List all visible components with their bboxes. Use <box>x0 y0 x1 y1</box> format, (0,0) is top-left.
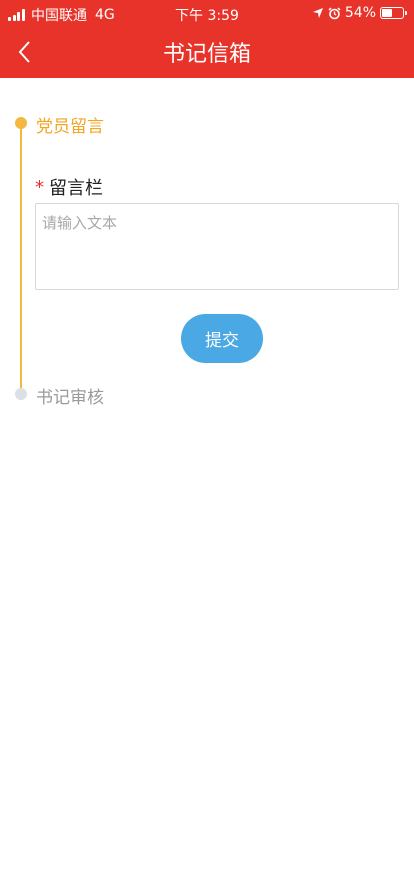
app-header: 中国联通 4G 下午 3:59 54% 书记信箱 <box>0 0 414 78</box>
timeline-connector <box>20 126 22 394</box>
step-label-secretary-review: 书记审核 <box>36 388 104 408</box>
status-bar: 中国联通 4G 下午 3:59 54% <box>0 0 414 26</box>
message-label-text: 留言栏 <box>49 178 103 199</box>
battery-percent: 54% <box>344 5 376 21</box>
battery-icon <box>380 7 407 19</box>
battery-fill <box>382 9 393 17</box>
step-label-member-message: 党员留言 <box>36 117 104 137</box>
location-arrow-icon <box>312 8 323 18</box>
alarm-clock-icon <box>328 6 341 19</box>
message-field-label: * 留言栏 <box>35 174 103 200</box>
page-title: 书记信箱 <box>162 42 251 67</box>
step-dot-inactive <box>15 388 27 400</box>
required-star: * <box>35 176 44 198</box>
status-right: 54% <box>308 5 407 21</box>
submit-button[interactable]: 提交 <box>181 314 263 363</box>
message-textarea[interactable] <box>35 203 399 290</box>
step-dot-active <box>15 117 27 129</box>
